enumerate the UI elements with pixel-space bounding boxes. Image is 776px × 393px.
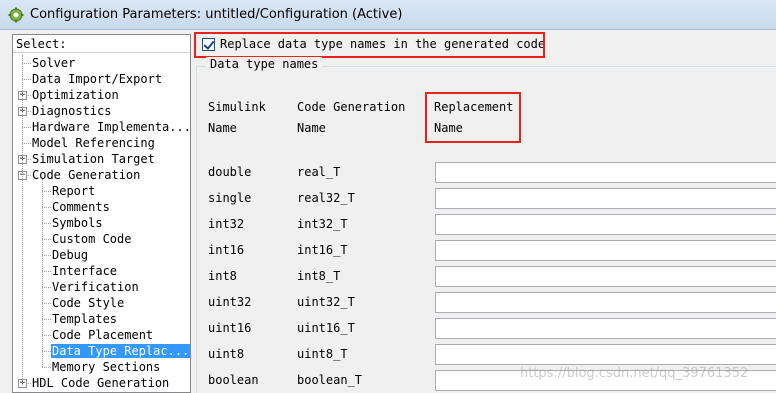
- tree-item[interactable]: Simulation Target: [31, 151, 156, 167]
- tree-item[interactable]: Code Style: [51, 295, 125, 311]
- tree-item[interactable]: Comments: [51, 199, 111, 215]
- tree-item[interactable]: Solver: [31, 55, 76, 71]
- tree-item[interactable]: HDL Code Generation: [31, 375, 170, 391]
- tree-item-label: Memory Sections: [52, 360, 161, 374]
- category-tree[interactable]: Select: Solver Data Import/Export Optimiza…: [12, 34, 191, 393]
- tree-connector: [42, 191, 51, 192]
- simulink-type-name: double: [208, 165, 252, 179]
- tree-connector: [22, 127, 31, 128]
- codegen-type-name: real32_T: [297, 191, 355, 205]
- tree-connector: [22, 143, 31, 144]
- tree-item[interactable]: Memory Sections: [51, 359, 161, 375]
- tree-connector: [42, 319, 51, 320]
- tree-item-label: Model Referencing: [32, 136, 155, 150]
- tree-item[interactable]: Hardware Implementa...: [31, 119, 191, 135]
- tree-item[interactable]: Data Type Replac...: [51, 343, 190, 359]
- settings-gear-icon: [8, 7, 24, 23]
- settings-pane: Replace data type names in the generated…: [194, 30, 776, 393]
- tree-item-label: HDL Code Generation: [32, 376, 170, 390]
- tree-item[interactable]: Custom Code: [51, 231, 132, 247]
- window-title: Configuration Parameters: untitled/Confi…: [30, 7, 403, 22]
- tree-item-label: Verification: [52, 280, 139, 294]
- tree-connector: [22, 63, 31, 64]
- codegen-type-name: int8_T: [297, 269, 341, 283]
- simulink-type-name: uint16: [208, 321, 252, 335]
- tree-item-label: Data Import/Export: [32, 72, 163, 86]
- tree-item-label: Hardware Implementa...: [32, 120, 191, 134]
- highlight-box-checkbox: [194, 32, 545, 58]
- tree-item[interactable]: Diagnostics: [31, 103, 112, 119]
- tree-item[interactable]: Interface: [51, 263, 118, 279]
- tree-connector: [42, 335, 51, 336]
- col-codegen-name: Code Generation Name: [297, 100, 406, 135]
- tree-item-label: Templates: [52, 312, 118, 326]
- tree-item-label: Code Generation: [32, 168, 141, 182]
- tree-item[interactable]: Report: [51, 183, 96, 199]
- tree-item[interactable]: Debug: [51, 247, 89, 263]
- tree-item-label: Custom Code: [52, 232, 132, 246]
- codegen-type-name: real_T: [297, 165, 341, 179]
- replacement-name-input[interactable]: [435, 266, 776, 287]
- tree-item-label: Symbols: [52, 216, 103, 230]
- tree-connector: [42, 367, 51, 368]
- tree-item[interactable]: Verification: [51, 279, 140, 295]
- tree-item-label: Code Style: [52, 296, 125, 310]
- title-bar: Configuration Parameters: untitled/Confi…: [0, 0, 776, 30]
- simulink-type-name: int32: [208, 217, 245, 231]
- highlight-box-replacement: [425, 92, 521, 143]
- tree-connector: [42, 271, 51, 272]
- watermark: https://blog.csdn.net/qq_39761352: [520, 366, 749, 381]
- tree-item-label: Debug: [52, 248, 89, 262]
- replacement-name-input[interactable]: [435, 318, 776, 339]
- tree-item[interactable]: Data Import/Export: [31, 71, 163, 87]
- codegen-type-name: uint32_T: [297, 295, 355, 309]
- simulink-type-name: boolean: [208, 373, 259, 387]
- tree-item-label: Interface: [52, 264, 118, 278]
- tree-item[interactable]: Code Placement: [51, 327, 154, 343]
- tree-connector: [42, 207, 51, 208]
- tree-connector: [42, 239, 51, 240]
- tree-connector: [42, 287, 51, 288]
- tree-item[interactable]: Code Generation: [31, 167, 141, 183]
- tree-connector: [22, 79, 31, 80]
- tree-item-label: Comments: [52, 200, 110, 214]
- group-title: Data type names: [206, 57, 323, 71]
- tree-guide-line: [42, 179, 43, 367]
- replacement-name-input[interactable]: [435, 240, 776, 261]
- tree-guide-line: [22, 55, 23, 383]
- codegen-type-name: boolean_T: [297, 373, 363, 387]
- simulink-type-name: int8: [208, 269, 237, 283]
- tree-item[interactable]: Symbols: [51, 215, 104, 231]
- codegen-type-name: int16_T: [297, 243, 348, 257]
- tree-item[interactable]: Optimization: [31, 87, 120, 103]
- codegen-type-name: int32_T: [297, 217, 348, 231]
- simulink-type-name: int16: [208, 243, 245, 257]
- tree-item-label: Data Type Replac...: [51, 344, 190, 358]
- codegen-type-name: uint16_T: [297, 321, 355, 335]
- replacement-name-input[interactable]: [435, 292, 776, 313]
- replacement-name-input[interactable]: [435, 344, 776, 365]
- simulink-type-name: single: [208, 191, 252, 205]
- col-simulink-name: Simulink Name: [208, 100, 266, 135]
- tree-connector: [42, 351, 51, 352]
- tree-item-label: Solver: [32, 56, 76, 70]
- tree-item[interactable]: Model Referencing: [31, 135, 156, 151]
- replacement-name-input[interactable]: [435, 162, 776, 183]
- simulink-type-name: uint32: [208, 295, 252, 309]
- replacement-name-input[interactable]: [435, 188, 776, 209]
- tree-item-label: Optimization: [32, 88, 119, 102]
- tree-item-label: Simulation Target: [32, 152, 155, 166]
- tree-connector: [42, 223, 51, 224]
- tree-item-label: Report: [52, 184, 96, 198]
- tree-header: Select:: [13, 35, 190, 53]
- codegen-type-name: uint8_T: [297, 347, 348, 361]
- simulink-type-name: uint8: [208, 347, 245, 361]
- replacement-name-input[interactable]: [435, 214, 776, 235]
- tree-connector: [42, 255, 51, 256]
- tree-item[interactable]: Templates: [51, 311, 118, 327]
- tree-item-label: Code Placement: [52, 328, 154, 342]
- tree-connector: [42, 303, 51, 304]
- tree-item-label: Diagnostics: [32, 104, 112, 118]
